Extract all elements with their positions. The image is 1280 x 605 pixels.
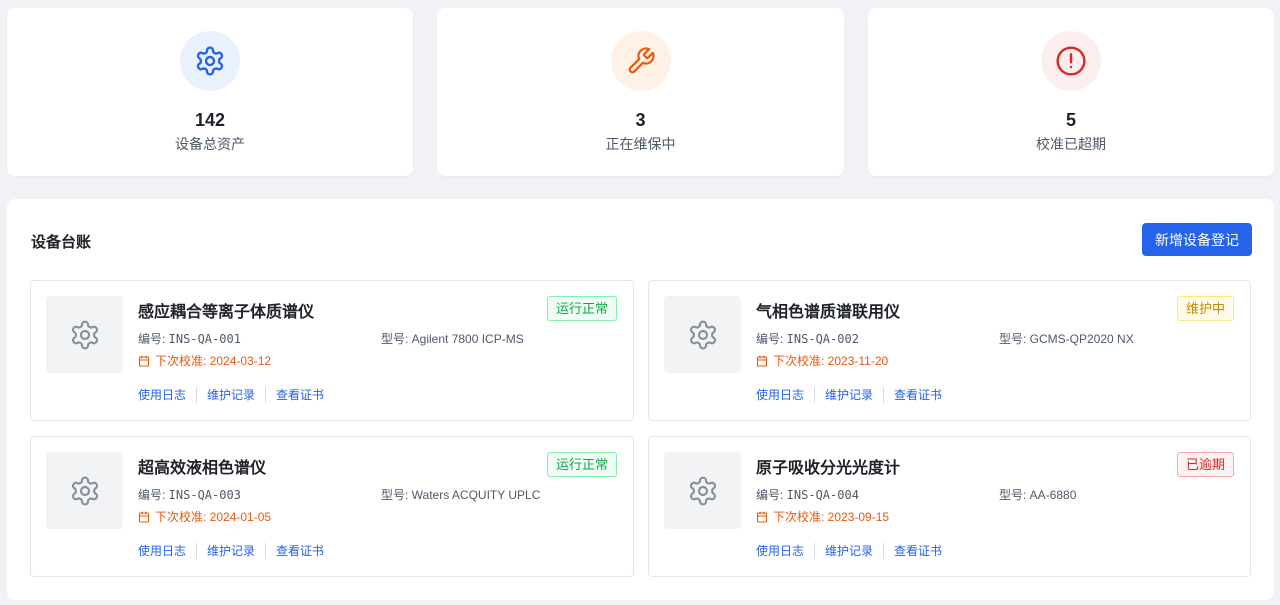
equipment-code: 编号: INS-QA-004 — [756, 486, 859, 503]
calendar-icon — [756, 510, 768, 523]
calendar-icon — [138, 510, 150, 523]
code-value: INS-QA-001 — [168, 332, 241, 346]
maintenance-record-link[interactable]: 维护记录 — [825, 542, 873, 559]
gear-icon — [689, 476, 716, 505]
code-value: INS-QA-004 — [786, 488, 859, 502]
usage-log-link[interactable]: 使用日志 — [138, 386, 186, 403]
usage-log-link[interactable]: 使用日志 — [756, 386, 804, 403]
status-badge: 已逾期 — [1176, 452, 1234, 477]
equipment-thumbnail — [46, 452, 123, 529]
stat-card-in-maintenance: 3 正在维保中 — [437, 8, 844, 176]
equipment-card: 感应耦合等离子体质谱仪 运行正常 编号: INS-QA-001 型号: Agil… — [30, 280, 634, 421]
equipment-thumbnail — [664, 296, 741, 373]
stat-label: 设备总资产 — [175, 136, 245, 152]
card-actions: 使用日志 维护记录 查看证书 — [138, 386, 324, 403]
equipment-code: 编号: INS-QA-003 — [138, 486, 241, 503]
code-value: INS-QA-002 — [786, 332, 859, 346]
calibration-text: 下次校准: 2023-09-15 — [773, 510, 890, 524]
code-label: 编号: — [756, 488, 787, 502]
code-label: 编号: — [756, 332, 787, 346]
divider — [265, 542, 267, 559]
calibration-text: 下次校准: 2024-01-05 — [155, 510, 272, 524]
stat-icon-circle — [1041, 31, 1101, 91]
stat-card-total-assets: 142 设备总资产 — [7, 8, 413, 176]
maintenance-record-link[interactable]: 维护记录 — [825, 386, 873, 403]
next-calibration: 下次校准: 2023-09-15 — [756, 508, 889, 525]
equipment-ledger-panel: 设备台账 新增设备登记 感应耦合等离子体质谱仪 运行正常 编号: INS-QA-… — [7, 199, 1274, 600]
code-value: INS-QA-003 — [168, 488, 241, 502]
equipment-model: 型号: GCMS-QP2020 NX — [999, 332, 1134, 346]
view-certificate-link[interactable]: 查看证书 — [894, 386, 942, 403]
code-label: 编号: — [138, 332, 169, 346]
maintenance-record-link[interactable]: 维护记录 — [207, 386, 255, 403]
usage-log-link[interactable]: 使用日志 — [138, 542, 186, 559]
equipment-code: 编号: INS-QA-002 — [756, 330, 859, 347]
equipment-model: 型号: Agilent 7800 ICP-MS — [381, 332, 524, 346]
divider — [883, 542, 885, 559]
code-label: 编号: — [138, 488, 169, 502]
divider — [265, 386, 267, 403]
divider — [814, 542, 816, 559]
calibration-text: 下次校准: 2024-03-12 — [155, 354, 272, 368]
view-certificate-link[interactable]: 查看证书 — [894, 542, 942, 559]
divider — [196, 542, 198, 559]
next-calibration: 下次校准: 2024-01-05 — [138, 508, 271, 525]
equipment-name: 气相色谱质谱联用仪 — [756, 304, 901, 321]
stat-card-calibration-overdue: 5 校准已超期 — [868, 8, 1274, 176]
status-badge: 维护中 — [1176, 296, 1234, 321]
equipment-name: 超高效液相色谱仪 — [138, 460, 267, 477]
stat-label: 正在维保中 — [605, 136, 676, 152]
gear-icon — [71, 320, 98, 349]
gear-icon — [689, 320, 716, 349]
card-actions: 使用日志 维护记录 查看证书 — [756, 386, 942, 403]
equipment-thumbnail — [46, 296, 123, 373]
maintenance-record-link[interactable]: 维护记录 — [207, 542, 255, 559]
equipment-model: 型号: Waters ACQUITY UPLC — [381, 488, 541, 502]
divider — [814, 386, 816, 403]
calendar-icon — [138, 354, 150, 367]
equipment-code: 编号: INS-QA-001 — [138, 330, 241, 347]
next-calibration: 下次校准: 2024-03-12 — [138, 352, 271, 369]
view-certificate-link[interactable]: 查看证书 — [276, 386, 324, 403]
divider — [196, 386, 198, 403]
stat-label: 校准已超期 — [1036, 136, 1106, 152]
equipment-thumbnail — [664, 452, 741, 529]
status-badge: 运行正常 — [546, 296, 617, 321]
status-badge: 运行正常 — [546, 452, 617, 477]
usage-log-link[interactable]: 使用日志 — [756, 542, 804, 559]
gear-icon — [71, 476, 98, 505]
stat-value: 5 — [1065, 110, 1076, 130]
card-actions: 使用日志 维护记录 查看证书 — [756, 542, 942, 559]
add-equipment-button[interactable]: 新增设备登记 — [1142, 223, 1252, 256]
equipment-name: 感应耦合等离子体质谱仪 — [138, 304, 315, 321]
card-actions: 使用日志 维护记录 查看证书 — [138, 542, 324, 559]
equipment-card: 超高效液相色谱仪 运行正常 编号: INS-QA-003 型号: Waters … — [30, 436, 634, 577]
alert-circle-icon — [1056, 46, 1086, 76]
view-certificate-link[interactable]: 查看证书 — [276, 542, 324, 559]
equipment-card: 气相色谱质谱联用仪 维护中 编号: INS-QA-002 型号: GCMS-QP… — [648, 280, 1251, 421]
stat-value: 3 — [635, 110, 646, 130]
wrench-icon — [628, 47, 655, 74]
gear-icon — [196, 46, 224, 76]
equipment-name: 原子吸收分光光度计 — [756, 460, 901, 477]
stat-icon-circle — [610, 31, 671, 91]
calendar-icon — [756, 354, 768, 367]
equipment-card: 原子吸收分光光度计 已逾期 编号: INS-QA-004 型号: AA-6880… — [648, 436, 1251, 577]
stat-value: 142 — [194, 110, 226, 130]
divider — [883, 386, 885, 403]
stat-icon-circle — [180, 31, 240, 91]
equipment-model: 型号: AA-6880 — [999, 488, 1077, 502]
panel-title: 设备台账 — [31, 234, 92, 251]
next-calibration: 下次校准: 2023-11-20 — [756, 352, 888, 369]
calibration-text: 下次校准: 2023-11-20 — [773, 354, 889, 368]
